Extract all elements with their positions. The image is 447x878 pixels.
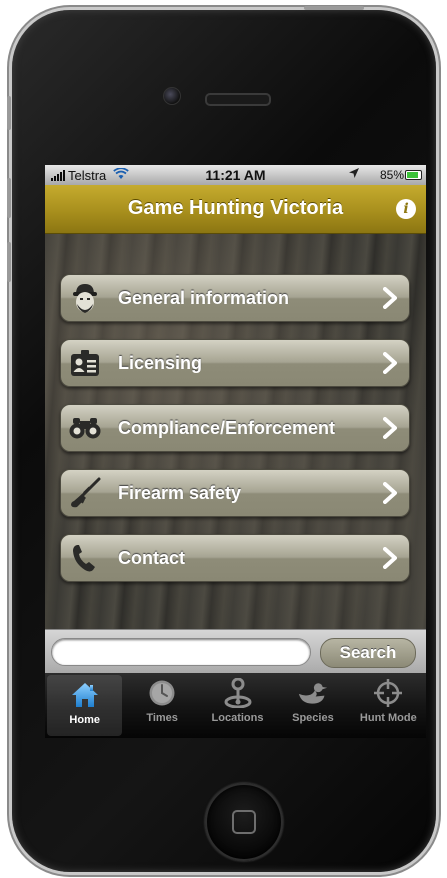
tab-label: Home <box>69 714 100 726</box>
menu-item-label: Firearm safety <box>118 482 242 503</box>
house-icon <box>70 680 100 710</box>
volume-down-button <box>7 242 11 282</box>
binoculars-icon <box>69 412 101 444</box>
battery-icon <box>405 170 422 180</box>
tab-label: Hunt Mode <box>359 712 417 724</box>
chevron-right-icon <box>383 352 397 379</box>
tab-label: Species <box>292 712 334 724</box>
info-button[interactable]: i <box>396 199 416 219</box>
chevron-right-icon <box>383 287 397 314</box>
crosshair-icon <box>373 678 403 708</box>
clock-icon <box>147 678 177 708</box>
menu-item-contact[interactable]: Contact <box>60 534 410 582</box>
map-pin-icon <box>223 678 253 708</box>
front-camera <box>163 87 181 105</box>
status-bar: Telstra 11:21 AM 85% <box>45 165 426 185</box>
title-bar: Game Hunting Victoria i <box>45 185 426 234</box>
location-arrow-icon <box>348 167 360 182</box>
home-square-icon <box>232 810 256 834</box>
tab-times[interactable]: Times <box>124 673 199 738</box>
rifle-icon <box>69 477 101 509</box>
tab-hunt-mode[interactable]: Hunt Mode <box>351 673 426 738</box>
menu-area: General information Licensing Compliance… <box>45 234 426 629</box>
chevron-right-icon <box>383 482 397 509</box>
app-title: Game Hunting Victoria <box>127 197 344 219</box>
hunter-face-icon <box>69 282 101 314</box>
status-time: 11:21 AM <box>205 167 266 183</box>
tab-label: Locations <box>211 712 264 724</box>
volume-up-button <box>7 178 11 218</box>
search-button[interactable]: Search <box>320 638 416 668</box>
duck-icon <box>298 678 328 708</box>
menu-item-firearm-safety[interactable]: Firearm safety <box>60 469 410 517</box>
menu-item-label: Licensing <box>118 352 203 373</box>
menu-item-label: Contact <box>118 547 185 568</box>
mute-switch <box>7 96 11 130</box>
home-hardware-button[interactable] <box>205 783 283 861</box>
tab-species[interactable]: Species <box>275 673 350 738</box>
menu-item-label: General information <box>118 287 290 308</box>
tab-locations[interactable]: Locations <box>200 673 275 738</box>
tab-label: Times <box>146 712 178 724</box>
app-screen: Telstra 11:21 AM 85% Game Hunting Victor… <box>45 165 426 738</box>
menu-item-label: Compliance/Enforcement <box>118 417 336 438</box>
chevron-right-icon <box>383 417 397 444</box>
chevron-right-icon <box>383 547 397 574</box>
id-card-icon <box>69 347 101 379</box>
search-input[interactable] <box>51 638 311 666</box>
tab-bar: Home Times Locations Species Hunt Mode <box>45 673 426 738</box>
menu-item-general-information[interactable]: General information <box>60 274 410 322</box>
tab-home[interactable]: Home <box>47 675 123 736</box>
menu-item-licensing[interactable]: Licensing <box>60 339 410 387</box>
sleep-button <box>304 6 364 10</box>
search-bar: Search <box>45 629 426 674</box>
battery-percentage: 85% <box>379 168 404 182</box>
menu-item-compliance-enforcement[interactable]: Compliance/Enforcement <box>60 404 410 452</box>
battery-level-fill <box>407 172 419 178</box>
earpiece-speaker <box>205 93 271 106</box>
phone-icon <box>69 542 101 574</box>
